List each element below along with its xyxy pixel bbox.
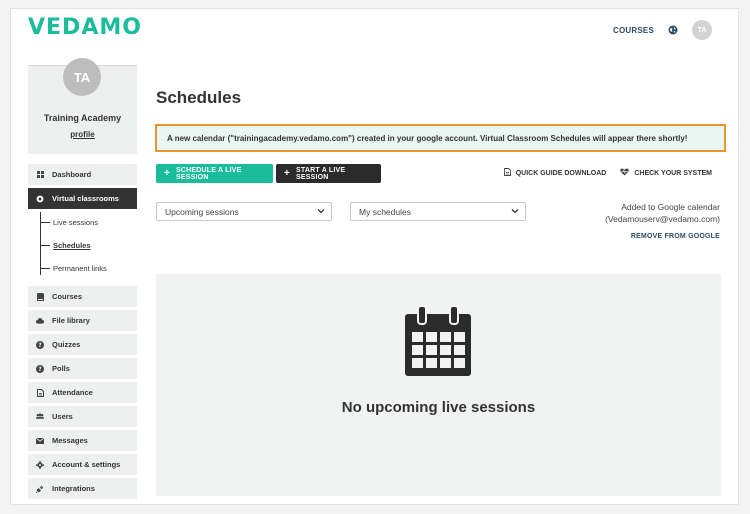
google-calendar-line1: Added to Google calendar [621, 202, 720, 212]
plug-icon [36, 485, 44, 493]
sidebar: Dashboard Virtual classrooms Live sessio… [28, 164, 137, 502]
help-icon: ? [36, 364, 44, 373]
button-label: SCHEDULE A LIVE SESSION [176, 166, 242, 181]
sidebar-item-label: Account & settings [52, 460, 121, 469]
empty-state-message: No upcoming live sessions [341, 399, 536, 416]
button-label: START A LIVE SESSION [296, 166, 346, 181]
start-live-session-button[interactable]: + START A LIVE SESSION [276, 164, 381, 183]
sessions-filter-value: Upcoming sessions [165, 206, 239, 217]
chevron-down-icon [511, 207, 519, 217]
sidebar-item-file-library[interactable]: File library [28, 310, 137, 331]
submenu-item-live-sessions[interactable]: Live sessions [40, 215, 98, 229]
profile-link[interactable]: profile [28, 130, 137, 139]
schedule-live-session-button[interactable]: + SCHEDULE A LIVE SESSION [156, 164, 273, 183]
sidebar-item-label: Integrations [52, 484, 95, 493]
profile-name: Training Academy [43, 113, 122, 123]
sessions-filter-select[interactable]: Upcoming sessions [156, 202, 332, 221]
cloud-icon [36, 317, 44, 325]
sidebar-item-quizzes[interactable]: ? Quizzes [28, 334, 137, 355]
sidebar-item-label: Attendance [52, 388, 93, 397]
profile-card: TA Training Academy profile [28, 58, 137, 154]
sidebar-item-polls[interactable]: ? Polls [28, 358, 137, 379]
sidebar-item-label: Quizzes [52, 340, 81, 349]
sidebar-item-integrations[interactable]: Integrations [28, 478, 137, 499]
submenu-item-schedules[interactable]: Schedules [40, 238, 91, 252]
heartbeat-icon [620, 168, 630, 178]
globe-icon[interactable] [668, 25, 678, 35]
top-navigation: COURSES TA [613, 20, 712, 40]
notification-text: A new calendar ("trainingacademy.vedamo.… [167, 133, 688, 143]
sidebar-item-account-settings[interactable]: Account & settings [28, 454, 137, 475]
schedules-filter-select[interactable]: My schedules [350, 202, 526, 221]
user-avatar[interactable]: TA [692, 20, 712, 40]
calendar-icon [405, 305, 471, 376]
envelope-icon [36, 437, 44, 445]
sidebar-item-label: Messages [52, 436, 88, 445]
file-download-icon [503, 168, 511, 178]
profile-avatar: TA [63, 58, 101, 96]
quick-guide-download-link[interactable]: QUICK GUIDE DOWNLOAD [503, 168, 607, 178]
cog-icon [36, 460, 44, 469]
users-icon [36, 413, 44, 421]
google-calendar-status: Added to Google calendar (Vedamouserv@ve… [605, 201, 720, 243]
app-window: VEDAMO COURSES TA TA Training Academy pr… [10, 8, 739, 505]
schedules-filter-value: My schedules [359, 206, 411, 217]
google-calendar-account: (Vedamouserv@vedamo.com) [605, 214, 720, 224]
sidebar-item-label: Polls [52, 364, 70, 373]
sidebar-item-label: Users [52, 412, 73, 421]
sidebar-item-label: File library [52, 316, 90, 325]
calendar-notification-banner: A new calendar ("trainingacademy.vedamo.… [155, 124, 726, 152]
vedamo-logo[interactable]: VEDAMO [28, 15, 142, 40]
gear-icon [36, 195, 44, 203]
book-icon [36, 292, 44, 301]
chevron-down-icon [317, 207, 325, 217]
virtual-classrooms-submenu: Live sessions Schedules Permanent links [28, 212, 137, 283]
courses-link[interactable]: COURSES [613, 26, 654, 35]
page-title: Schedules [156, 88, 242, 107]
check-your-system-link[interactable]: CHECK YOUR SYSTEM [620, 168, 712, 178]
quick-guide-label: QUICK GUIDE DOWNLOAD [515, 169, 607, 177]
svg-text:?: ? [38, 342, 42, 349]
grid-icon [36, 171, 44, 179]
empty-sessions-panel: No upcoming live sessions [156, 274, 721, 496]
sidebar-item-users[interactable]: Users [28, 406, 137, 427]
sidebar-item-attendance[interactable]: Attendance [28, 382, 137, 403]
check-system-label: CHECK YOUR SYSTEM [634, 169, 712, 177]
question-icon: ? [36, 340, 44, 349]
sidebar-item-label: Courses [52, 292, 83, 301]
remove-from-google-link[interactable]: REMOVE FROM GOOGLE [605, 231, 720, 243]
sidebar-item-dashboard[interactable]: Dashboard [28, 164, 137, 185]
svg-text:?: ? [38, 366, 42, 373]
sidebar-item-messages[interactable]: Messages [28, 430, 137, 451]
submenu-item-permanent-links[interactable]: Permanent links [40, 261, 107, 275]
sidebar-item-virtual-classrooms[interactable]: Virtual classrooms [28, 188, 137, 209]
page-actions: QUICK GUIDE DOWNLOAD CHECK YOUR SYSTEM [503, 168, 712, 178]
plus-icon: + [284, 168, 291, 179]
sidebar-item-label: Dashboard [52, 170, 92, 179]
sidebar-item-label: Virtual classrooms [52, 194, 119, 203]
plus-icon: + [164, 168, 171, 179]
document-icon [36, 388, 44, 397]
sidebar-item-courses[interactable]: Courses [28, 286, 137, 307]
